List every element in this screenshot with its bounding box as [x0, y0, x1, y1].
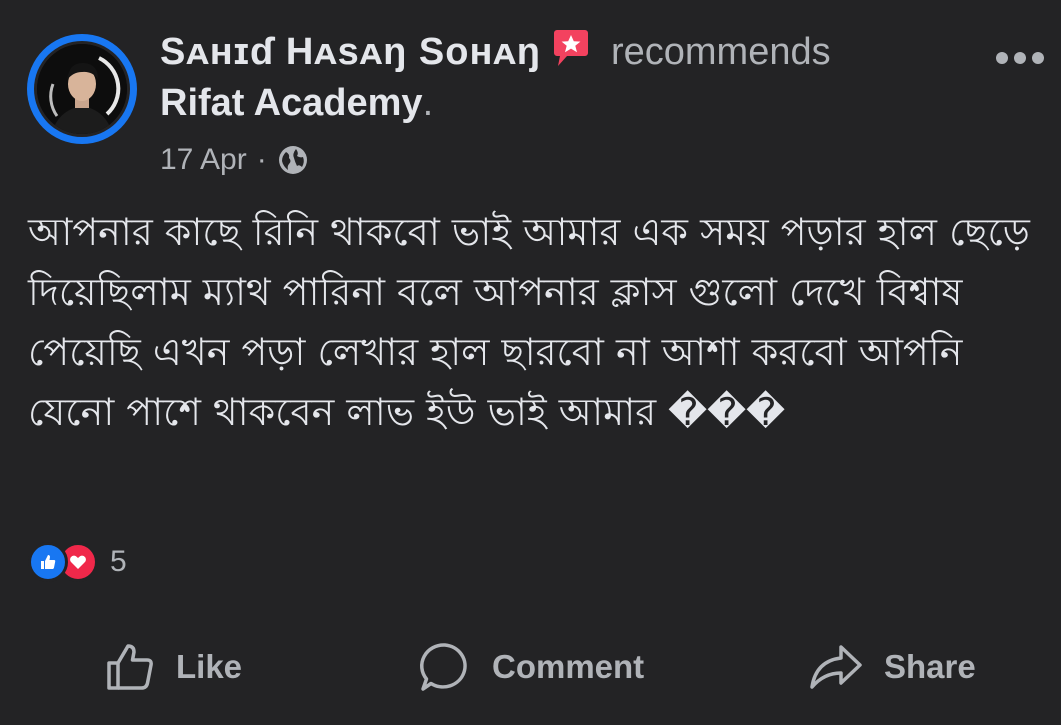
post-card: Sᴀʜɪɗ Hᴀsᴀŋ Sᴏʜᴀŋ recommends Rifat Acade… [0, 0, 1061, 725]
meta-separator: · [256, 143, 267, 176]
comment-icon [420, 643, 467, 691]
globe-icon [278, 146, 307, 174]
author-name[interactable]: Sᴀʜɪɗ Hᴀsᴀŋ Sᴏʜᴀŋ [160, 31, 541, 74]
action-bar: Like Comment Share [0, 632, 1061, 702]
like-icon [107, 644, 153, 690]
more-dot-icon [1032, 52, 1044, 64]
more-options-button[interactable] [988, 44, 1052, 72]
more-dot-icon [1014, 52, 1026, 64]
post-header: Sᴀʜɪɗ Hᴀsᴀŋ Sᴏʜᴀŋ recommends Rifat Acade… [160, 26, 980, 182]
more-dot-icon [996, 52, 1008, 64]
post-body-text: আপনার কাছে রিনি থাকবো ভাই আমার এক সময় প… [28, 210, 1043, 434]
comment-button[interactable]: Comment [418, 632, 644, 702]
page-name-period: . [422, 81, 434, 124]
post-date[interactable]: 17 Apr [160, 143, 247, 177]
recommendation-icon [553, 28, 589, 68]
like-reaction-icon [28, 542, 68, 582]
recommends-text: recommends [610, 30, 831, 73]
comment-label: Comment [492, 648, 645, 685]
share-label: Share [884, 648, 976, 685]
reaction-count: 5 [110, 545, 127, 578]
like-label: Like [176, 648, 243, 685]
avatar [37, 44, 127, 134]
reactions-summary[interactable]: 5 [28, 540, 127, 584]
like-button[interactable]: Like [104, 632, 242, 702]
post-meta: 17 Apr · [160, 138, 980, 182]
share-button[interactable]: Share [808, 632, 976, 702]
page-name[interactable]: Rifat Academy [160, 82, 423, 125]
share-icon [810, 645, 862, 689]
author-avatar-ring[interactable] [27, 34, 137, 144]
